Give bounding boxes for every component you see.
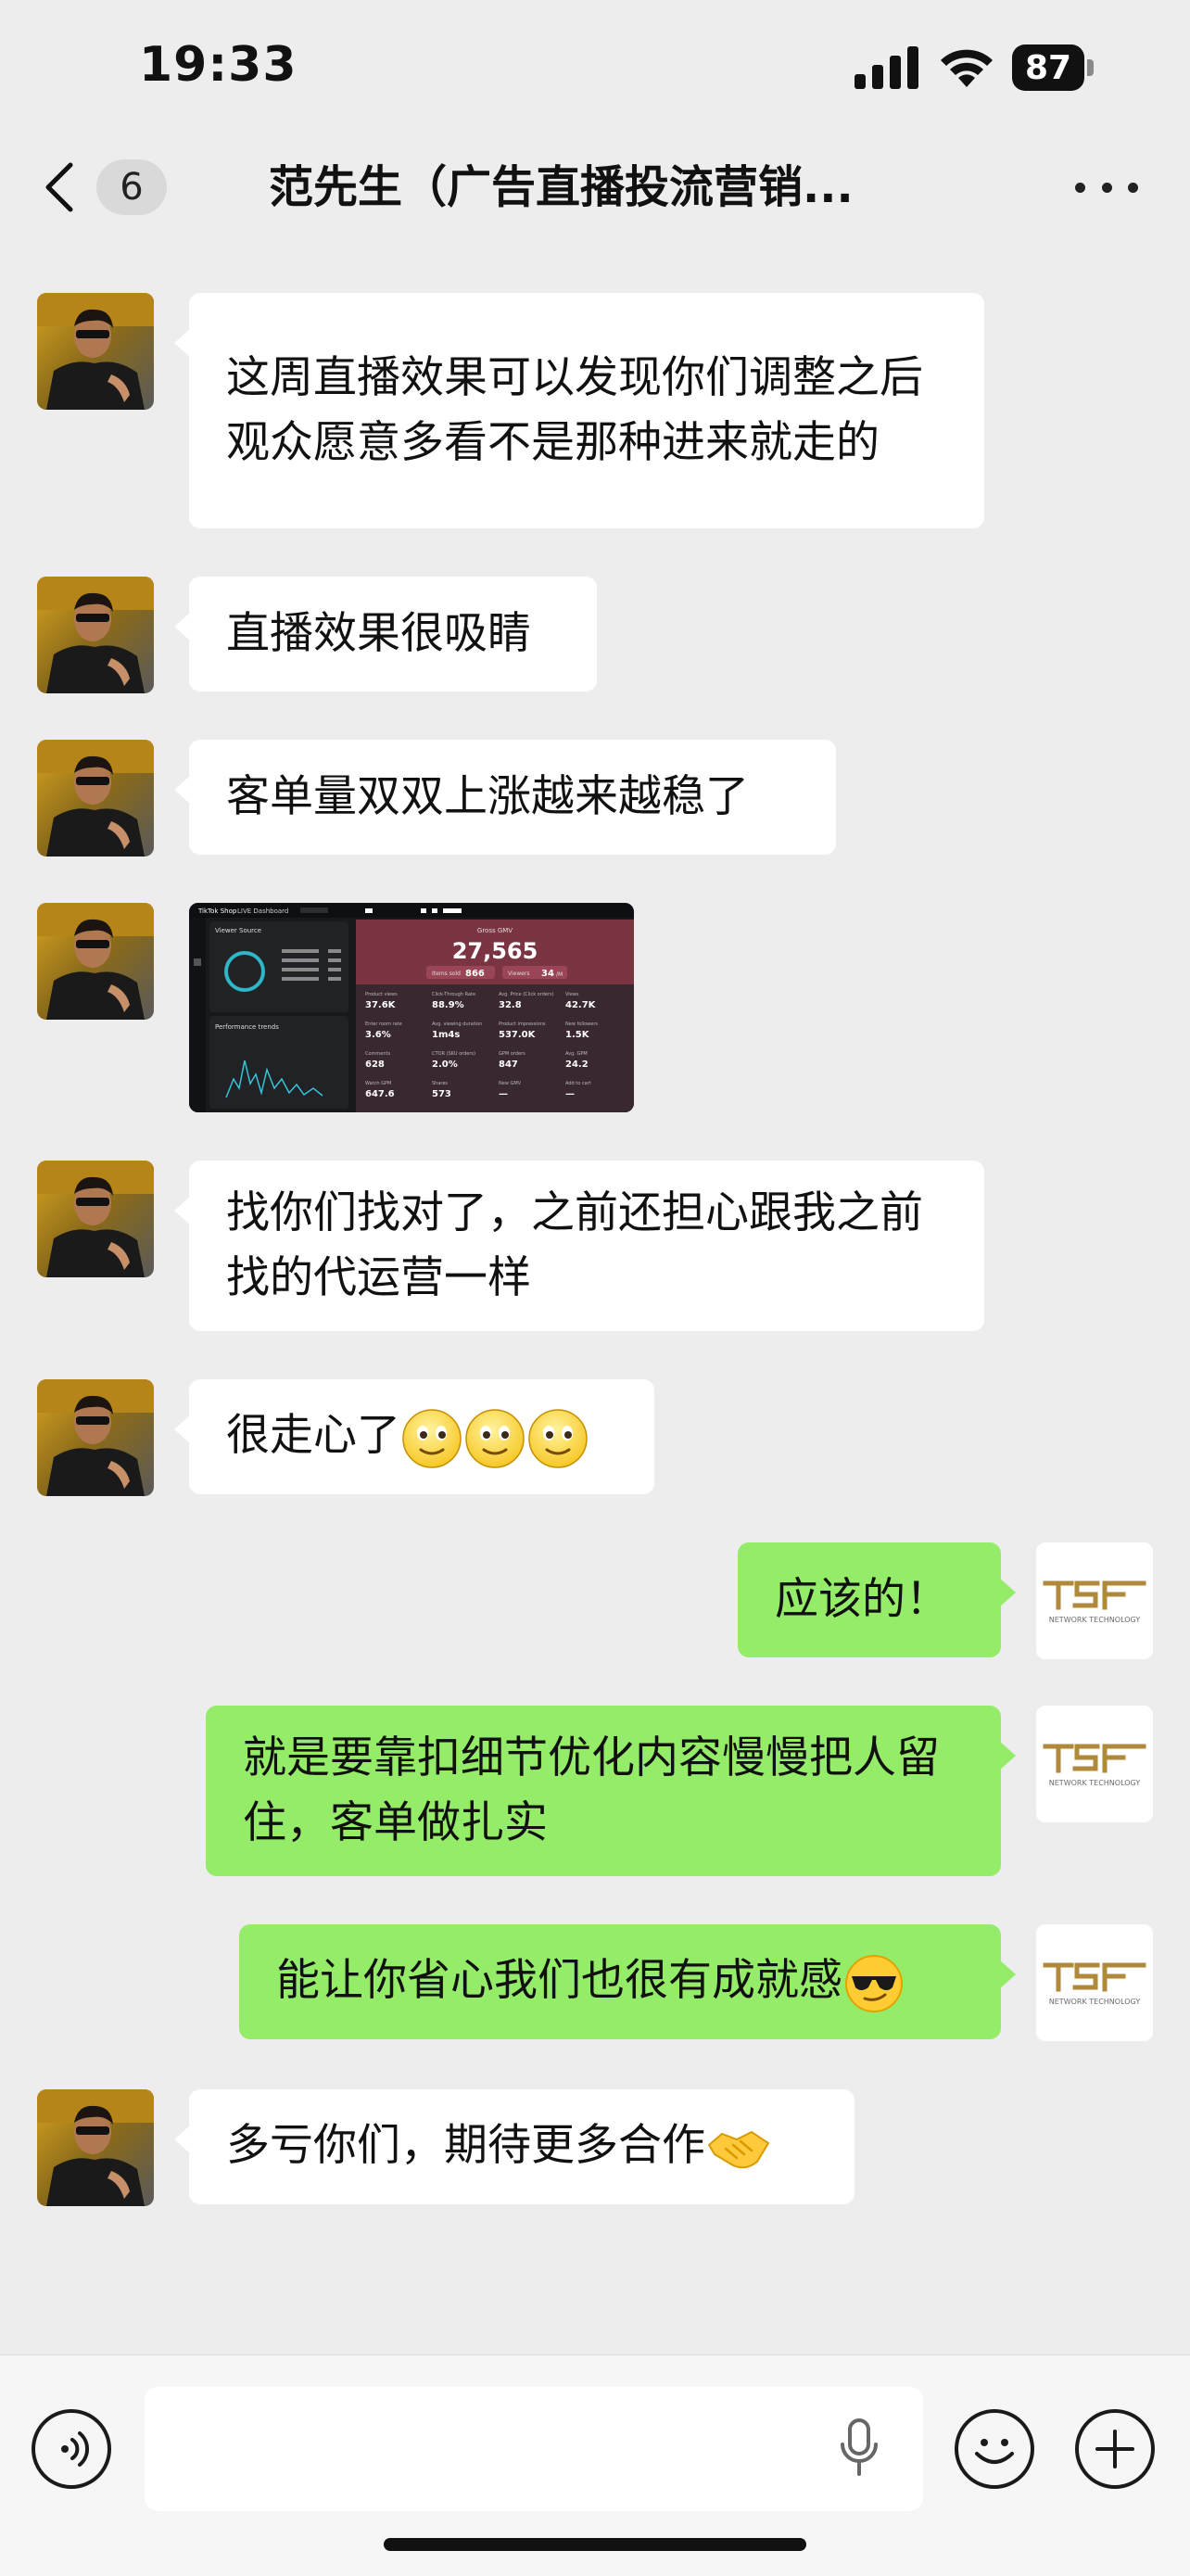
metric-label: Shares (432, 1081, 448, 1086)
home-indicator (384, 2538, 806, 2551)
metric-label: GPM orders (499, 1051, 525, 1057)
metric-value: 24.2 (565, 1060, 589, 1070)
message-bubble-incoming[interactable]: 找你们找对了，之前还担心跟我之前找的代运营一样 (174, 1161, 984, 1331)
dashboard-title: LIVE Dashboard (237, 907, 288, 915)
message-text: 应该的！ (775, 1574, 949, 1625)
more-functions-button[interactable] (1075, 2409, 1155, 2489)
message-text: 这周直播效果可以发现你们调整之后观众愿意多看不是那种进来就走的 (226, 352, 923, 468)
unread-count-badge[interactable]: 6 (96, 159, 167, 215)
metric-label: Avg. Price (Click orders) (499, 992, 554, 997)
battery-level: 87 (1012, 44, 1084, 91)
emoji-button[interactable] (955, 2409, 1034, 2489)
message-bubble-incoming[interactable]: 客单量双双上涨越来越稳了 (174, 740, 836, 855)
message-text: 多亏你们，期待更多合作 (226, 2113, 772, 2180)
metric-value: 847 (499, 1060, 518, 1070)
metric-value: 1.5K (565, 1030, 590, 1040)
voice-toggle-button[interactable] (32, 2409, 111, 2489)
contact-avatar[interactable] (37, 1379, 154, 1496)
metric-value: 88.9% (432, 1000, 464, 1010)
message-bubble-incoming[interactable]: 多亏你们，期待更多合作 (174, 2089, 855, 2204)
metric-label: Avg. GPM (565, 1051, 588, 1057)
cellular-signal-icon (855, 46, 918, 89)
metric-value: — (499, 1089, 508, 1099)
dashboard-brand: TikTok Shop (197, 907, 237, 915)
panel-performance-trends: Performance trends (215, 1023, 279, 1031)
metric-value: 537.0K (499, 1030, 537, 1040)
metric-value: 573 (432, 1089, 451, 1099)
contact-avatar[interactable] (37, 2089, 154, 2206)
message-bubble-outgoing[interactable]: 能让你省心我们也很有成就感 (239, 1924, 1016, 2039)
metric-value: — (565, 1089, 575, 1099)
metric-value: 37.6K (365, 1000, 397, 1010)
contact-avatar[interactable] (37, 1161, 154, 1277)
message-bubble-incoming[interactable]: 很走心了 (174, 1379, 654, 1494)
contact-avatar[interactable] (37, 293, 154, 410)
slightly-smiling-emoji (400, 1407, 463, 1470)
self-avatar[interactable] (1036, 1924, 1153, 2041)
contact-avatar[interactable] (37, 903, 154, 1020)
battery-icon: 87 (1012, 44, 1094, 91)
metric-value: 32.8 (499, 1000, 522, 1010)
more-options-icon[interactable] (1075, 158, 1138, 217)
slightly-smiling-emoji (526, 1407, 589, 1470)
chip-items-label: Items sold (432, 971, 461, 977)
message-text: 很走心了 (226, 1403, 589, 1470)
metric-value: 2.0% (432, 1060, 458, 1070)
wifi-icon (941, 49, 993, 87)
metric-label: Product views (365, 992, 398, 997)
microphone-icon[interactable] (836, 2417, 882, 2481)
message-bubble-outgoing[interactable]: 就是要靠扣细节优化内容慢慢把人留住，客单做扎实 (206, 1706, 1016, 1876)
self-avatar[interactable] (1036, 1706, 1153, 1822)
chip-viewers-label: Viewers (508, 971, 530, 977)
chat-header: 6 范先生（广告直播投流营销... (0, 139, 1190, 235)
message-input[interactable] (145, 2387, 923, 2511)
message-text: 直播效果很吸睛 (226, 608, 531, 659)
metric-value: 628 (365, 1060, 385, 1070)
chat-title: 范先生（广告直播投流营销... (269, 161, 854, 213)
headline-label: Gross GMV (477, 927, 513, 934)
metric-label: Comments (365, 1051, 390, 1057)
status-bar: 19:33 87 (0, 0, 1190, 139)
metric-value: 647.6 (365, 1089, 395, 1099)
slightly-smiling-emoji (463, 1407, 526, 1470)
metric-value: 3.6% (365, 1030, 391, 1040)
metric-label: Enter room rate (365, 1022, 402, 1027)
metric-label: CTOR (SKU orders) (432, 1051, 475, 1057)
message-bubble-incoming[interactable]: 这周直播效果可以发现你们调整之后观众愿意多看不是那种进来就走的 (174, 293, 984, 528)
message-text: 能让你省心我们也很有成就感 (276, 1948, 905, 2015)
metric-label: Views (565, 992, 579, 997)
message-text: 就是要靠扣细节优化内容慢慢把人留住，客单做扎实 (243, 1732, 940, 1848)
contact-avatar[interactable] (37, 740, 154, 857)
metric-label: New followers (565, 1022, 598, 1027)
sunglasses-emoji (845, 1954, 903, 2012)
chip-viewers-unit: /M (556, 971, 563, 978)
plus-icon (1095, 2430, 1134, 2468)
voice-wave-icon (61, 2431, 90, 2467)
self-avatar[interactable] (1036, 1542, 1153, 1659)
metric-label: Watch GPM (365, 1081, 391, 1086)
metric-value: 1m4s (432, 1030, 460, 1040)
chip-items-value: 866 (465, 969, 485, 979)
metric-label: Avg. viewing duration (432, 1022, 482, 1027)
status-time: 19:33 (139, 37, 298, 93)
message-bubble-outgoing[interactable]: 应该的！ (738, 1542, 1016, 1657)
metric-label: Product impressions (499, 1022, 546, 1027)
metric-label: Click-Through Rate (432, 992, 475, 997)
smiley-icon (975, 2439, 1014, 2464)
metric-label: New GMV (499, 1081, 522, 1086)
headline-value: 27,565 (452, 938, 538, 964)
image-message-dashboard[interactable]: TikTok Shop LIVE Dashboard Viewer Source… (189, 903, 634, 1112)
chip-viewers-value: 34 (541, 969, 554, 979)
back-icon[interactable] (33, 158, 89, 217)
panel-viewer-source: Viewer Source (215, 927, 261, 934)
metric-value: 42.7K (565, 1000, 597, 1010)
metric-label: Add to cart (565, 1081, 591, 1086)
handshake-emoji (707, 2130, 770, 2168)
contact-avatar[interactable] (37, 577, 154, 693)
message-text: 找你们找对了，之前还担心跟我之前找的代运营一样 (226, 1187, 923, 1303)
message-bubble-incoming[interactable]: 直播效果很吸睛 (174, 577, 597, 692)
message-text: 客单量双双上涨越来越稳了 (226, 771, 749, 822)
